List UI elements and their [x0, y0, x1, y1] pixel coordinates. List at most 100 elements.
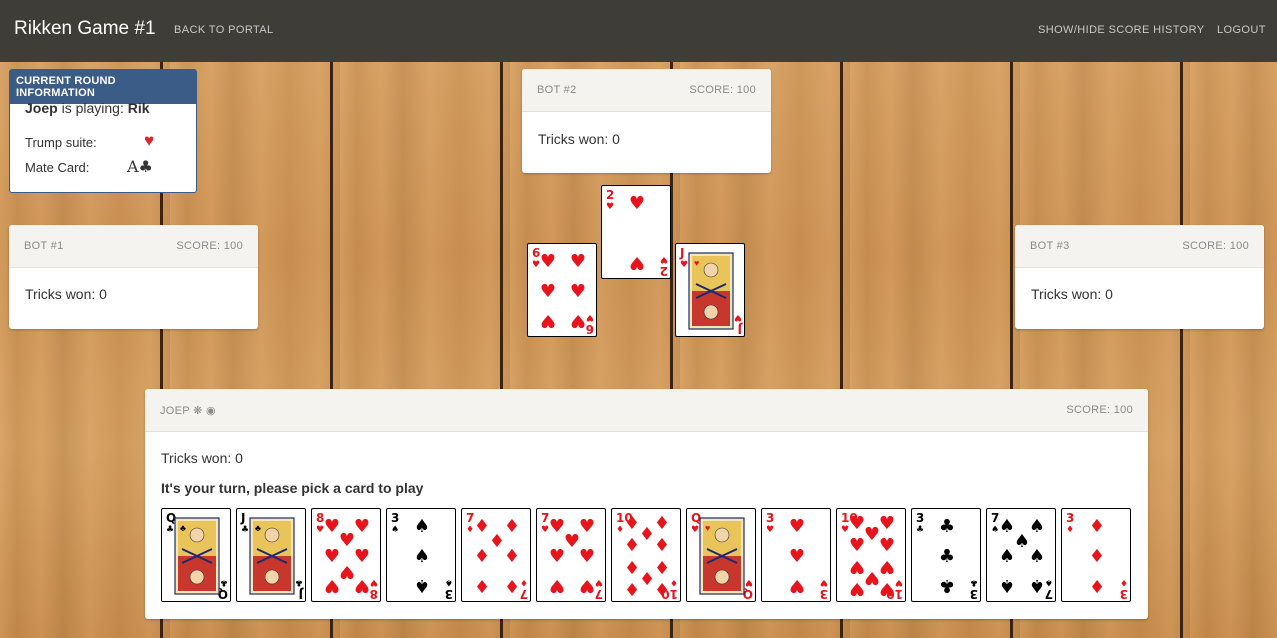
spades-icon: ♠ — [991, 525, 999, 535]
hearts-icon: ♥ — [354, 575, 370, 596]
card-rank-index: 3 — [1066, 511, 1074, 525]
diamonds-icon: ♦ — [654, 513, 670, 534]
hand-card[interactable]: 3 ♠ 3 ♠ ♠ ♠ ♠ — [386, 508, 456, 602]
player-tricks: Tricks won: 0 — [161, 450, 243, 466]
diamonds-icon: ♦ — [504, 516, 520, 537]
hand-card[interactable]: 10 ♥ 10 ♥ ♥ ♥ ♥ ♥ ♥ ♥ ♥ ♥ ♥ ♥ — [836, 508, 906, 602]
face-card-head — [264, 527, 280, 543]
back-to-portal-link[interactable]: BACK TO PORTAL — [174, 24, 274, 36]
hearts-icon: ♥ — [629, 252, 645, 273]
hearts-icon: ♥ — [540, 251, 556, 272]
bot-1-header: BOT #1 SCORE: 100 — [9, 225, 258, 268]
hearts-icon: ♥ — [895, 577, 903, 587]
hearts-icon: ♥ — [849, 535, 865, 556]
diamonds-icon: ♦ — [624, 535, 640, 556]
hearts-icon: ♥ — [540, 281, 556, 302]
player-header: JOEP ❋ ◉ SCORE: 100 — [145, 389, 1148, 432]
game-type: Rik — [127, 100, 150, 116]
score-history-toggle-link[interactable]: SHOW/HIDE SCORE HISTORY — [1038, 24, 1204, 36]
hearts-icon: ♥ — [541, 525, 549, 535]
hearts-icon: ♥ — [660, 254, 668, 264]
hand-card[interactable]: 7 ♦ 7 ♦ ♦ ♦ ♦ ♦ ♦ ♦ ♦ — [461, 508, 531, 602]
hand-card[interactable]: Q ♥ Q ♥ ♥ — [686, 508, 756, 602]
diamonds-icon: ♦ — [489, 531, 505, 552]
hearts-icon: ♥ — [354, 546, 370, 567]
spades-icon: ♠ — [414, 575, 430, 596]
face-card-head — [714, 569, 730, 585]
hand-card[interactable]: 3 ♣ 3 ♣ ♣ ♣ ♣ — [911, 508, 981, 602]
card-rank-index: 2 — [660, 264, 668, 278]
spades-icon: ♠ — [1014, 531, 1030, 552]
clubs-icon: ♣ — [180, 523, 186, 533]
hand-card[interactable]: 8 ♥ 8 ♥ ♥ ♥ ♥ ♥ ♥ ♥ ♥ ♥ — [311, 508, 381, 602]
hearts-icon: ♥ — [549, 516, 565, 537]
clubs-icon: ♣ — [295, 577, 303, 587]
face-card-head — [703, 304, 719, 320]
hearts-icon: ♥ — [564, 531, 580, 552]
hearts-icon: ♥ — [532, 260, 540, 270]
diamonds-icon: ♦ — [654, 556, 670, 577]
hearts-icon: ♥ — [570, 310, 586, 331]
diamonds-icon: ♦ — [504, 575, 520, 596]
diamonds-icon: ♦ — [654, 535, 670, 556]
hearts-icon: ♥ — [864, 567, 880, 588]
card-rank-index: J — [299, 587, 304, 601]
spades-icon: ♠ — [1029, 516, 1045, 537]
card-rank-index: 3 — [1120, 587, 1128, 601]
face-card-head — [264, 569, 280, 585]
hearts-icon: ♥ — [849, 513, 865, 534]
card-rank-index: J — [738, 322, 743, 336]
hearts-icon: ♥ — [849, 578, 865, 599]
hearts-icon: ♥ — [789, 516, 805, 537]
face-card-head — [714, 527, 730, 543]
card-rank-index: 3 — [766, 511, 774, 525]
playing-line: Joep is playing: Rik — [25, 100, 150, 116]
spades-icon: ♠ — [999, 575, 1015, 596]
hearts-icon: ♥ — [324, 516, 340, 537]
hearts-icon: ♥ — [324, 575, 340, 596]
logout-link[interactable]: LOGOUT — [1217, 24, 1266, 36]
played-card: 6 ♥ 6 ♥ ♥ ♥ ♥ ♥ ♥ ♥ — [527, 243, 597, 337]
hearts-icon: ♥ — [879, 513, 895, 534]
bot-3-header: BOT #3 SCORE: 100 — [1015, 225, 1264, 268]
hand-card[interactable]: 3 ♥ 3 ♥ ♥ ♥ ♥ — [761, 508, 831, 602]
clubs-icon: ♣ — [241, 525, 249, 535]
diamonds-icon: ♦ — [1089, 546, 1105, 567]
clubs-icon: ♣ — [970, 577, 978, 587]
hearts-icon: ♥ — [324, 546, 340, 567]
bot-2-panel: BOT #2 SCORE: 100 Tricks won: 0 — [522, 69, 771, 173]
hand-card[interactable]: Q ♣ Q ♣ ♣ — [161, 508, 231, 602]
clubs-icon: ♣ — [939, 546, 955, 567]
bot-1-name: BOT #1 — [24, 240, 64, 252]
diamonds-icon: ♦ — [474, 516, 490, 537]
hand-card[interactable]: 3 ♦ 3 ♦ ♦ ♦ ♦ — [1061, 508, 1131, 602]
hearts-icon: ♥ — [586, 312, 594, 322]
bot-3-name: BOT #3 — [1030, 240, 1070, 252]
spades-icon: ♠ — [1029, 575, 1045, 596]
player-score: SCORE: 100 — [1066, 404, 1133, 416]
bot-2-score: SCORE: 100 — [689, 84, 756, 96]
hand-card[interactable]: 7 ♥ 7 ♥ ♥ ♥ ♥ ♥ ♥ ♥ ♥ — [536, 508, 606, 602]
trump-label: Trump suite: — [25, 135, 97, 150]
hand-card[interactable]: 10 ♦ 10 ♦ ♦ ♦ ♦ ♦ ♦ ♦ ♦ ♦ ♦ ♦ — [611, 508, 681, 602]
card-rank-index: 2 — [606, 188, 614, 202]
card-rank-index: 3 — [391, 511, 399, 525]
spades-icon: ♠ — [445, 577, 453, 587]
diamonds-icon: ♦ — [624, 513, 640, 534]
hearts-icon: ♥ — [789, 546, 805, 567]
hearts-icon: ♥ — [339, 530, 355, 551]
mate-card-value: A♣ — [127, 157, 153, 176]
spades-icon: ♠ — [414, 546, 430, 567]
bot-1-score: SCORE: 100 — [176, 240, 243, 252]
face-card-head — [703, 262, 719, 278]
hand-card[interactable]: J ♣ J ♣ ♣ — [236, 508, 306, 602]
diamonds-icon: ♦ — [520, 577, 528, 587]
played-card: 2 ♥ 2 ♥ ♥ ♥ — [601, 185, 671, 279]
hand-card[interactable]: 7 ♠ 7 ♠ ♠ ♠ ♠ ♠ ♠ ♠ ♠ — [986, 508, 1056, 602]
round-info-header: CURRENT ROUND INFORMATION — [10, 70, 196, 104]
hearts-icon: ♥ — [579, 516, 595, 537]
hearts-icon: ♥ — [745, 577, 753, 587]
turn-message: It's your turn, please pick a card to pl… — [161, 480, 424, 496]
bot-1-tricks: Tricks won: 0 — [25, 286, 107, 302]
bot-3-tricks: Tricks won: 0 — [1031, 286, 1113, 302]
